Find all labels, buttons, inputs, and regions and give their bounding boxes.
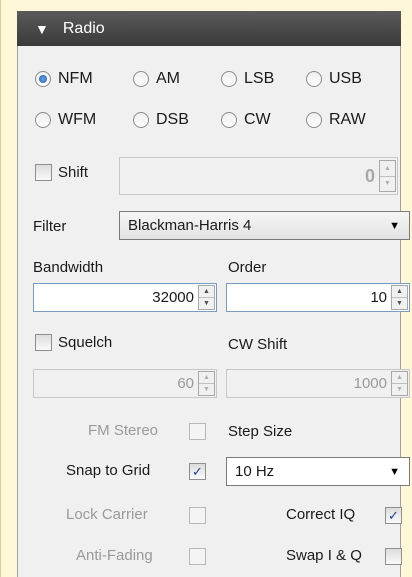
spin-up-icon[interactable]: ▲ [199, 372, 214, 383]
squelch-label: Squelch [58, 334, 113, 351]
snap-to-grid-label: Snap to Grid [66, 462, 151, 479]
step-size-dropdown[interactable]: 10 Hz ▼ [226, 457, 410, 486]
squelch-value: 60 [177, 375, 194, 392]
mode-label: USB [329, 70, 362, 87]
bandwidth-spinner[interactable]: ▲ ▼ [198, 285, 215, 310]
spin-up-icon[interactable]: ▲ [392, 286, 407, 297]
order-spinner[interactable]: ▲ ▼ [391, 285, 408, 310]
mode-radio-am[interactable]: AM [133, 70, 180, 88]
shift-numeric-input[interactable]: 0 ▲ ▼ [119, 157, 398, 195]
mode-label: NFM [58, 70, 93, 87]
spin-down-icon[interactable]: ▼ [392, 297, 407, 309]
spin-up-icon[interactable]: ▲ [199, 286, 214, 297]
order-value: 10 [370, 289, 387, 306]
collapse-triangle-icon[interactable]: ▼ [35, 21, 49, 37]
squelch-checkbox[interactable] [35, 334, 52, 351]
radio-button-icon[interactable] [221, 71, 237, 87]
step-size-selected-value: 10 Hz [235, 463, 275, 480]
swap-iq-label: Swap I & Q [286, 547, 362, 564]
correct-iq-checkbox[interactable]: ✓ [385, 507, 402, 524]
filter-label: Filter [33, 218, 67, 235]
bandwidth-value: 32000 [152, 289, 194, 306]
lock-carrier-checkbox[interactable] [189, 507, 206, 524]
mode-radio-usb[interactable]: USB [306, 70, 362, 88]
snap-to-grid-checkbox[interactable]: ✓ [189, 463, 206, 480]
filter-dropdown[interactable]: Blackman-Harris 4 ▼ [119, 211, 410, 240]
radio-button-icon[interactable] [306, 71, 322, 87]
step-size-label: Step Size [228, 423, 293, 440]
shift-checkbox-row[interactable]: Shift [35, 164, 88, 181]
fm-stereo-label: FM Stereo [88, 422, 159, 439]
lock-carrier-label: Lock Carrier [66, 506, 148, 523]
order-label: Order [228, 259, 267, 276]
chevron-down-icon[interactable]: ▼ [389, 466, 400, 478]
chevron-down-icon[interactable]: ▼ [389, 220, 400, 232]
radio-panel-header[interactable]: ▼ Radio [17, 11, 401, 46]
shift-spinner[interactable]: ▲ ▼ [379, 160, 396, 192]
spin-up-icon[interactable]: ▲ [392, 372, 407, 383]
spin-down-icon[interactable]: ▼ [380, 175, 395, 192]
spin-down-icon[interactable]: ▼ [199, 297, 214, 309]
cw-shift-spinner[interactable]: ▲ ▼ [391, 371, 408, 396]
squelch-numeric-input[interactable]: 60 ▲ ▼ [33, 369, 217, 398]
anti-fading-label: Anti-Fading [76, 547, 153, 564]
mode-radio-cw[interactable]: CW [221, 111, 271, 129]
mode-label: LSB [244, 70, 275, 87]
filter-selected-value: Blackman-Harris 4 [128, 217, 252, 234]
shift-checkbox[interactable] [35, 164, 52, 181]
spin-down-icon[interactable]: ▼ [392, 383, 407, 395]
mode-radio-nfm[interactable]: NFM [35, 70, 93, 88]
shift-label: Shift [58, 164, 89, 181]
mode-label: CW [244, 111, 271, 128]
radio-button-icon[interactable] [133, 71, 149, 87]
cw-shift-numeric-input[interactable]: 1000 ▲ ▼ [226, 369, 410, 398]
mode-label: DSB [156, 111, 189, 128]
radio-button-icon[interactable] [306, 112, 322, 128]
mode-label: AM [156, 70, 180, 87]
cw-shift-label: CW Shift [228, 336, 288, 353]
spin-down-icon[interactable]: ▼ [199, 383, 214, 395]
spin-up-icon[interactable]: ▲ [380, 161, 395, 176]
swap-iq-checkbox[interactable] [385, 548, 402, 565]
shift-value: 0 [364, 165, 375, 186]
anti-fading-checkbox[interactable] [189, 548, 206, 565]
radio-button-icon[interactable] [133, 112, 149, 128]
mode-radio-raw[interactable]: RAW [306, 111, 366, 129]
mode-label: WFM [58, 111, 97, 128]
mode-label: RAW [329, 111, 366, 128]
radio-button-icon[interactable] [35, 71, 51, 87]
squelch-spinner[interactable]: ▲ ▼ [198, 371, 215, 396]
cw-shift-value: 1000 [353, 375, 387, 392]
panel-title: Radio [62, 19, 105, 37]
mode-radio-dsb[interactable]: DSB [133, 111, 189, 129]
correct-iq-label: Correct IQ [286, 506, 356, 523]
fm-stereo-checkbox[interactable] [189, 423, 206, 440]
bandwidth-label: Bandwidth [33, 259, 104, 276]
radio-button-icon[interactable] [221, 112, 237, 128]
bandwidth-numeric-input[interactable]: 32000 ▲ ▼ [33, 283, 217, 312]
mode-radio-wfm[interactable]: WFM [35, 111, 96, 129]
squelch-checkbox-row[interactable]: Squelch [35, 334, 112, 351]
order-numeric-input[interactable]: 10 ▲ ▼ [226, 283, 410, 312]
mode-radio-lsb[interactable]: LSB [221, 70, 274, 88]
radio-button-icon[interactable] [35, 112, 51, 128]
